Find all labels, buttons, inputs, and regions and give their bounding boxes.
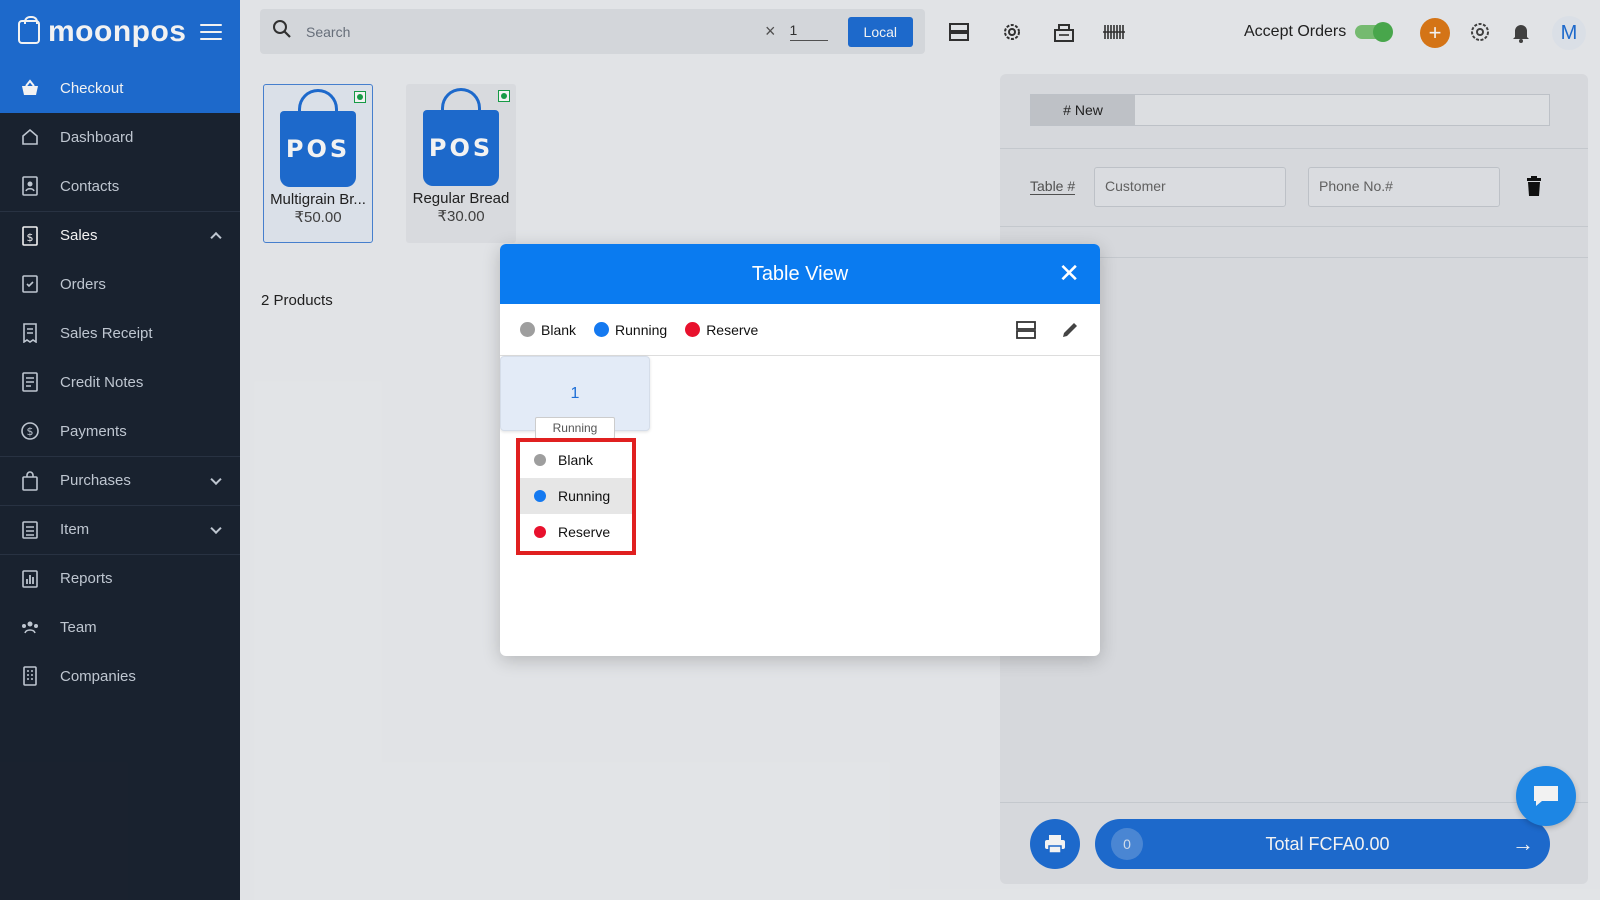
- legend-label: Running: [615, 321, 668, 338]
- status-dot-icon: [685, 322, 701, 337]
- table-number: 1: [570, 385, 580, 402]
- status-dot-icon: [520, 322, 535, 337]
- status-option-running[interactable]: Running: [520, 478, 632, 514]
- status-option-label: Reserve: [558, 524, 611, 540]
- status-option-blank[interactable]: Blank: [520, 442, 632, 478]
- modal-header: Table View ✕: [500, 244, 1100, 304]
- table-view-modal: Table View ✕ Blank Running Reserve 1 Run…: [500, 244, 1100, 656]
- legend-blank[interactable]: Blank: [520, 322, 576, 338]
- modal-tools: [1014, 318, 1082, 342]
- legend-running[interactable]: Running: [594, 322, 667, 338]
- status-dot-icon: [534, 490, 546, 502]
- status-option-label: Running: [558, 488, 611, 504]
- status-dot-icon: [594, 322, 610, 337]
- status-option-label: Blank: [558, 452, 594, 468]
- modal-title: Table View: [751, 263, 849, 285]
- status-legend: Blank Running Reserve: [500, 304, 1100, 356]
- legend-reserve[interactable]: Reserve: [685, 322, 758, 338]
- close-icon[interactable]: ✕: [1058, 244, 1080, 302]
- table-status-select[interactable]: Running: [535, 417, 615, 439]
- status-dot-icon: [534, 526, 546, 538]
- legend-label: Blank: [541, 321, 577, 338]
- status-dot-icon: [534, 454, 546, 466]
- pencil-edit-icon[interactable]: [1058, 318, 1082, 342]
- legend-label: Reserve: [706, 321, 759, 338]
- layout-icon[interactable]: [1014, 318, 1038, 342]
- status-option-reserve[interactable]: Reserve: [520, 514, 632, 550]
- status-dropdown: Blank Running Reserve: [516, 438, 636, 555]
